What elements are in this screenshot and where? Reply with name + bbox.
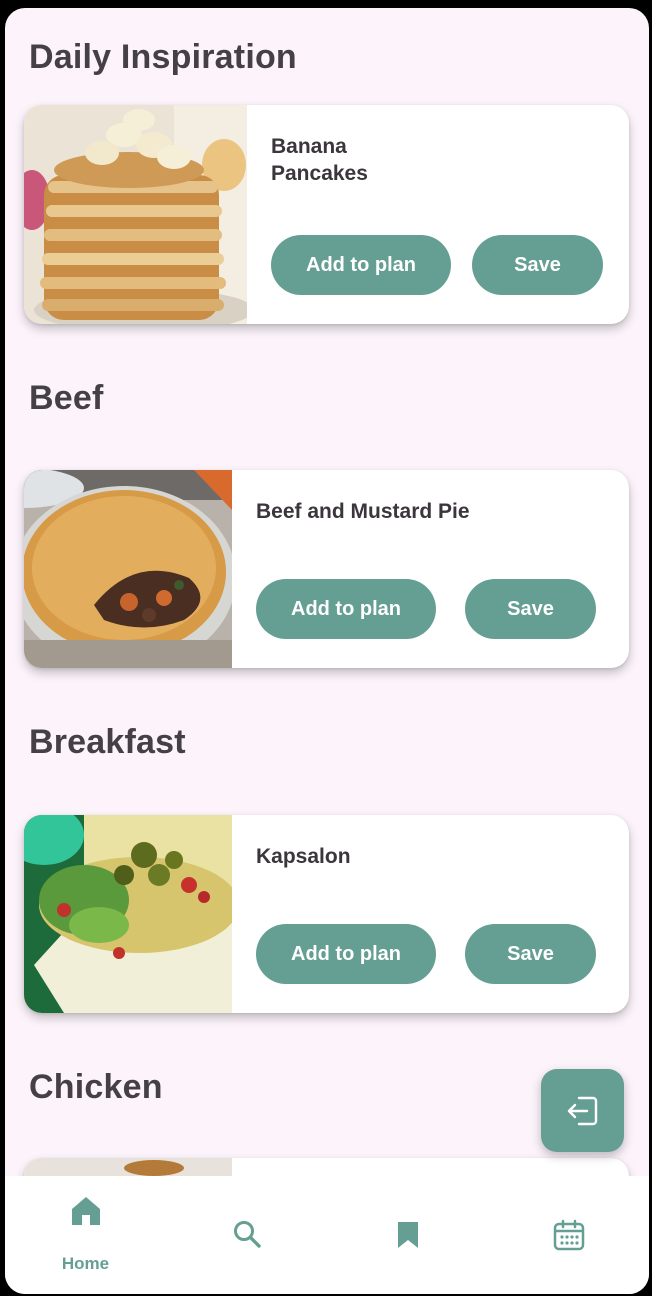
nav-item-search[interactable] (166, 1176, 327, 1294)
nav-label-home: Home (61, 1254, 110, 1273)
logout-icon (567, 1096, 597, 1125)
search-icon (233, 1221, 261, 1248)
recipe-card-kapsalon[interactable]: Kapsalon Add to plan Save (24, 815, 629, 1013)
recipe-card-banana-pancakes[interactable]: Banana Pancakes Add to plan Save (24, 105, 629, 324)
logout-button[interactable] (541, 1069, 624, 1152)
save-button[interactable]: Save (465, 924, 596, 984)
calendar-icon (553, 1219, 584, 1251)
recipe-card-beef-and-mustard-pie[interactable]: Beef and Mustard Pie Add to plan Save (24, 470, 629, 668)
home-icon (71, 1197, 100, 1225)
recipe-image-banana-pancakes[interactable] (24, 105, 247, 324)
recipe-title: Beef and Mustard Pie (256, 500, 470, 523)
section-title-beef: Beef (29, 379, 104, 417)
recipe-image-kapsalon[interactable] (24, 815, 232, 1013)
kapsalon-photo (24, 815, 232, 1013)
nav-item-saved[interactable] (327, 1176, 488, 1294)
pancakes-photo (24, 105, 247, 324)
section-title-breakfast: Breakfast (29, 723, 186, 761)
recipe-image-beef-and-mustard-pie[interactable] (24, 470, 232, 668)
add-to-plan-button[interactable]: Add to plan (256, 579, 436, 639)
bottom-navigation: Home (5, 1176, 649, 1294)
save-button[interactable]: Save (472, 235, 603, 295)
recipe-title: Kapsalon (256, 845, 351, 868)
save-button[interactable]: Save (465, 579, 596, 639)
pie-photo (24, 470, 232, 668)
section-title-chicken: Chicken (29, 1068, 163, 1106)
nav-item-home[interactable]: Home (5, 1176, 166, 1294)
nav-item-plan[interactable] (488, 1176, 649, 1294)
add-to-plan-button[interactable]: Add to plan (271, 235, 451, 295)
bookmark-icon (397, 1222, 418, 1248)
home-screen: Daily Inspiration Banana Pancakes Add to… (5, 8, 649, 1294)
section-title-daily-inspiration: Daily Inspiration (29, 38, 297, 76)
add-to-plan-button[interactable]: Add to plan (256, 924, 436, 984)
recipe-title: Banana Pancakes (271, 135, 368, 185)
